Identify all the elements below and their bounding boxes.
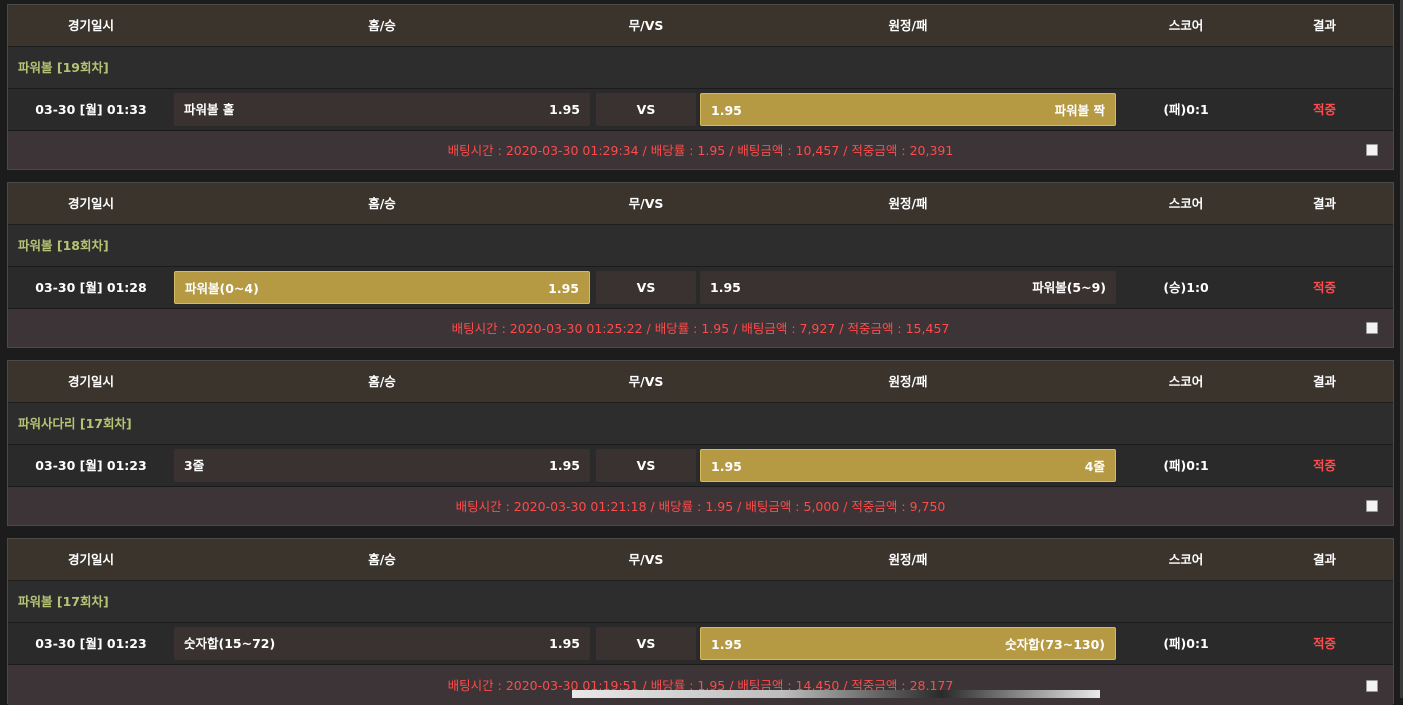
bet-info: 배팅시간 : 2020-03-30 01:25:22 / 배당률 : 1.95 … [8, 309, 1393, 347]
header-home: 홈/승 [368, 18, 396, 33]
bet-card: 경기일시 홈/승 무/VS 원정/패 스코어 결과 파워볼 [18회차] 03-… [7, 182, 1394, 348]
away-bet-button[interactable]: 1.95 숫자합(73~130) [700, 627, 1116, 660]
bet-info: 배팅시간 : 2020-03-30 01:21:18 / 배당률 : 1.95 … [8, 487, 1393, 525]
match-score: (패)0:1 [1163, 102, 1209, 117]
match-score: (패)0:1 [1163, 458, 1209, 473]
home-team-name: 3줄 [184, 458, 205, 473]
column-header: 경기일시 홈/승 무/VS 원정/패 스코어 결과 [8, 183, 1393, 225]
match-row: 03-30 [월] 01:28 파워볼(0~4) 1.95 VS 1.95 파워… [8, 267, 1393, 309]
header-score: 스코어 [1168, 196, 1204, 211]
away-bet-button[interactable]: 1.95 파워볼(5~9) [700, 271, 1116, 304]
header-away: 원정/패 [888, 552, 928, 567]
select-checkbox[interactable] [1366, 500, 1378, 512]
header-away: 원정/패 [888, 18, 928, 33]
draw-vs-button[interactable]: VS [596, 93, 696, 126]
match-row: 03-30 [월] 01:23 숫자합(15~72) 1.95 VS 1.95 … [8, 623, 1393, 665]
away-team-name: 숫자합(73~130) [1005, 637, 1105, 652]
league-row: 파워사다리 [17회차] [8, 403, 1393, 445]
header-result: 결과 [1312, 552, 1336, 567]
bet-info-text: 배팅시간 : 2020-03-30 01:25:22 / 배당률 : 1.95 … [451, 321, 950, 336]
league-name: 파워볼 [17회차] [18, 594, 109, 609]
header-result: 결과 [1312, 196, 1336, 211]
header-score: 스코어 [1168, 552, 1204, 567]
select-checkbox[interactable] [1366, 322, 1378, 334]
header-time: 경기일시 [67, 552, 114, 567]
home-team-name: 파워볼(0~4) [185, 281, 259, 296]
league-name: 파워볼 [18회차] [18, 238, 109, 253]
away-team-name: 4줄 [1084, 459, 1105, 474]
column-header: 경기일시 홈/승 무/VS 원정/패 스코어 결과 [8, 5, 1393, 47]
match-row: 03-30 [월] 01:23 3줄 1.95 VS 1.95 4줄 (패)0:… [8, 445, 1393, 487]
away-bet-button[interactable]: 1.95 파워볼 짝 [700, 93, 1116, 126]
header-time: 경기일시 [67, 18, 114, 33]
home-bet-button[interactable]: 파워볼 홀 1.95 [174, 93, 590, 126]
league-row: 파워볼 [18회차] [8, 225, 1393, 267]
draw-vs-button[interactable]: VS [596, 449, 696, 482]
bet-card: 경기일시 홈/승 무/VS 원정/패 스코어 결과 파워볼 [17회차] 03-… [7, 538, 1394, 705]
header-result: 결과 [1312, 18, 1336, 33]
bet-info-text: 배팅시간 : 2020-03-30 01:21:18 / 배당률 : 1.95 … [455, 499, 946, 514]
select-checkbox[interactable] [1366, 144, 1378, 156]
home-team-name: 파워볼 홀 [184, 102, 235, 117]
league-row: 파워볼 [17회차] [8, 581, 1393, 623]
match-result: 적중 [1312, 636, 1336, 651]
league-row: 파워볼 [19회차] [8, 47, 1393, 89]
bet-info: 배팅시간 : 2020-03-30 01:19:51 / 배당률 : 1.95 … [8, 665, 1393, 705]
away-team-name: 파워볼(5~9) [1032, 280, 1106, 295]
league-name: 파워사다리 [17회차] [18, 416, 132, 431]
away-odds: 1.95 [710, 280, 741, 295]
match-row: 03-30 [월] 01:33 파워볼 홀 1.95 VS 1.95 파워볼 짝… [8, 89, 1393, 131]
league-name: 파워볼 [19회차] [18, 60, 109, 75]
away-team-name: 파워볼 짝 [1054, 103, 1105, 118]
match-result: 적중 [1312, 458, 1336, 473]
column-header: 경기일시 홈/승 무/VS 원정/패 스코어 결과 [8, 361, 1393, 403]
column-header: 경기일시 홈/승 무/VS 원정/패 스코어 결과 [8, 539, 1393, 581]
home-odds: 1.95 [549, 102, 580, 117]
header-result: 결과 [1312, 374, 1336, 389]
match-time: 03-30 [월] 01:33 [35, 102, 147, 117]
home-team-name: 숫자합(15~72) [184, 636, 276, 651]
home-odds: 1.95 [549, 458, 580, 473]
header-home: 홈/승 [368, 552, 396, 567]
match-result: 적중 [1312, 280, 1336, 295]
bet-info-text: 배팅시간 : 2020-03-30 01:29:34 / 배당률 : 1.95 … [447, 143, 954, 158]
match-time: 03-30 [월] 01:28 [35, 280, 147, 295]
away-odds: 1.95 [711, 103, 742, 118]
header-score: 스코어 [1168, 374, 1204, 389]
header-home: 홈/승 [368, 196, 396, 211]
away-bet-button[interactable]: 1.95 4줄 [700, 449, 1116, 482]
header-score: 스코어 [1168, 18, 1204, 33]
draw-vs-button[interactable]: VS [596, 271, 696, 304]
header-draw: 무/VS [628, 18, 664, 33]
header-time: 경기일시 [67, 374, 114, 389]
match-score: (승)1:0 [1163, 280, 1209, 295]
home-bet-button[interactable]: 파워볼(0~4) 1.95 [174, 271, 590, 304]
header-away: 원정/패 [888, 374, 928, 389]
select-checkbox[interactable] [1366, 680, 1378, 692]
home-odds: 1.95 [549, 636, 580, 651]
header-home: 홈/승 [368, 374, 396, 389]
away-odds: 1.95 [711, 459, 742, 474]
bet-info: 배팅시간 : 2020-03-30 01:29:34 / 배당률 : 1.95 … [8, 131, 1393, 169]
home-odds: 1.95 [548, 281, 579, 296]
header-time: 경기일시 [67, 196, 114, 211]
away-odds: 1.95 [711, 637, 742, 652]
match-time: 03-30 [월] 01:23 [35, 636, 147, 651]
home-bet-button[interactable]: 3줄 1.95 [174, 449, 590, 482]
header-draw: 무/VS [628, 374, 664, 389]
header-away: 원정/패 [888, 196, 928, 211]
match-score: (패)0:1 [1163, 636, 1209, 651]
header-draw: 무/VS [628, 552, 664, 567]
match-time: 03-30 [월] 01:23 [35, 458, 147, 473]
overlay-image-fragment [572, 690, 1100, 698]
bet-card: 경기일시 홈/승 무/VS 원정/패 스코어 결과 파워사다리 [17회차] 0… [7, 360, 1394, 526]
match-result: 적중 [1312, 102, 1336, 117]
header-draw: 무/VS [628, 196, 664, 211]
bet-card: 경기일시 홈/승 무/VS 원정/패 스코어 결과 파워볼 [19회차] 03-… [7, 4, 1394, 170]
home-bet-button[interactable]: 숫자합(15~72) 1.95 [174, 627, 590, 660]
draw-vs-button[interactable]: VS [596, 627, 696, 660]
